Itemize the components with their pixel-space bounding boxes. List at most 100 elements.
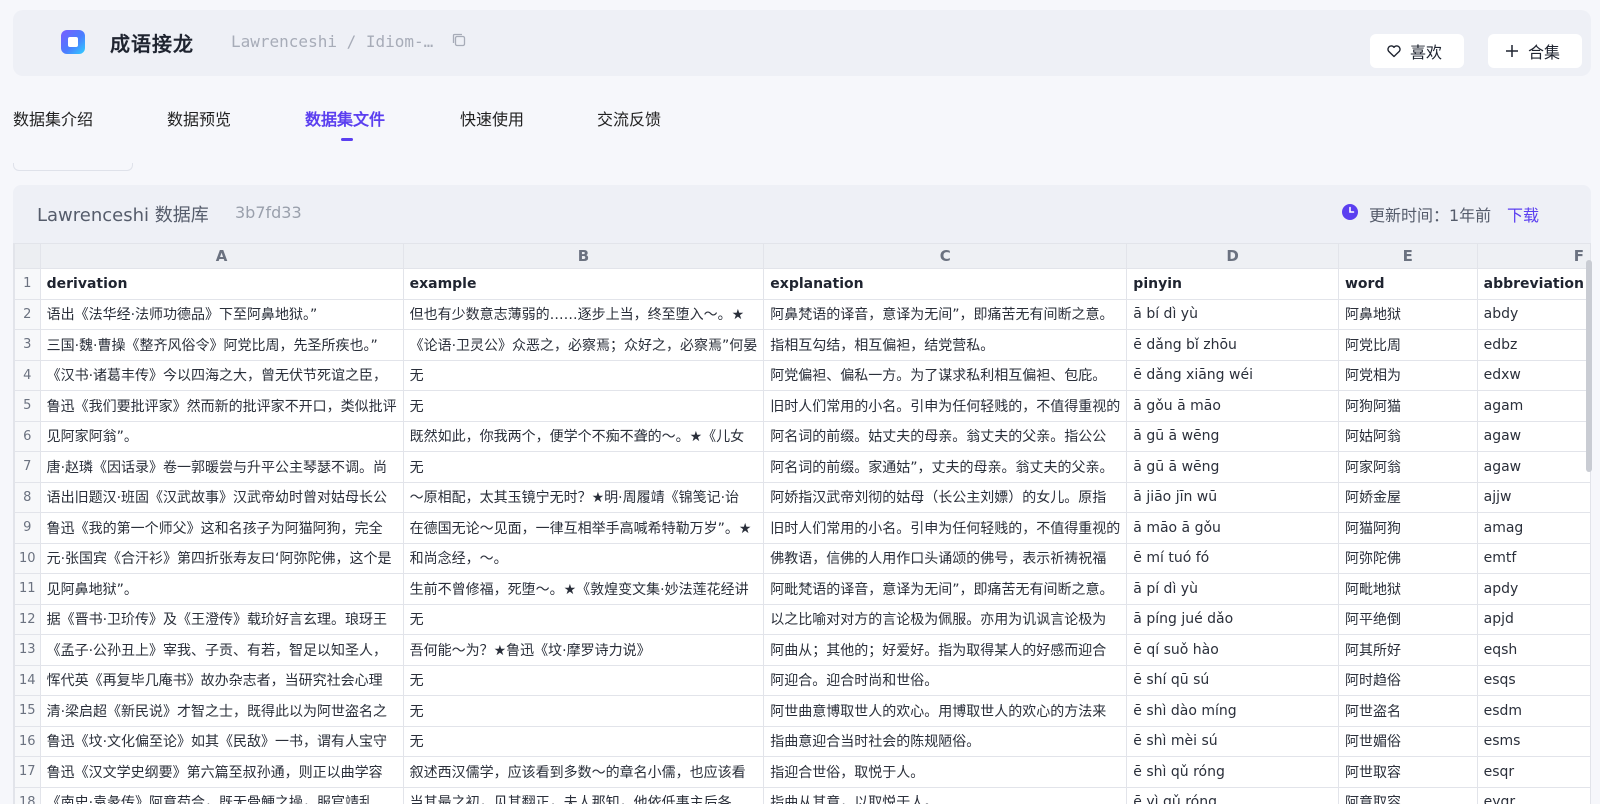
- table-cell[interactable]: 阿世曲意博取世人的欢心。用博取世人的欢心的方法来: [763, 695, 1128, 727]
- table-cell[interactable]: 指曲意迎合当时社会的陈规陋俗。: [763, 725, 1128, 757]
- add-collection-button[interactable]: 合集: [1488, 34, 1582, 68]
- row-number[interactable]: 9: [14, 512, 41, 544]
- branch-selector-edge[interactable]: [13, 163, 133, 171]
- table-cell[interactable]: ē shí qū sú: [1126, 664, 1339, 696]
- header-cell[interactable]: derivation: [39, 268, 404, 300]
- row-number[interactable]: 12: [14, 603, 41, 635]
- table-cell[interactable]: 生前不曾修福，死堕～。★《敦煌变文集·妙法莲花经讲: [402, 573, 765, 605]
- table-cell[interactable]: 无: [402, 695, 765, 727]
- table-cell[interactable]: ā gǒu ā māo: [1126, 390, 1339, 422]
- table-cell[interactable]: 鲁迅《坟·文化偏至论》如其《民敌》一书，谓有人宝守: [39, 725, 404, 757]
- table-cell[interactable]: 阿鼻梵语的译音，意译为无间”，即痛苦无有间断之意。: [763, 298, 1128, 330]
- table-cell[interactable]: 阿平绝倒: [1337, 603, 1478, 635]
- table-cell[interactable]: 鲁迅《汉文学史纲要》第六篇至叔孙通，则正以曲学容: [39, 756, 404, 788]
- column-letter[interactable]: B: [402, 243, 765, 269]
- row-number[interactable]: 16: [14, 725, 41, 757]
- column-letter[interactable]: F: [1476, 243, 1591, 269]
- table-cell[interactable]: 在德国无论～见面，一律互相举手高喊希特勒万岁”。★: [402, 512, 765, 544]
- table-cell[interactable]: 指曲从其意，以取悦于人。: [763, 786, 1128, 804]
- table-cell[interactable]: 《汉书·诸葛丰传》今以四海之大，曾无伏节死谊之臣，: [39, 359, 404, 391]
- table-cell[interactable]: 阿家阿翁: [1337, 451, 1478, 483]
- table-cell[interactable]: 当其最之初，见其翻正，夫人那知，他依低事主后各: [402, 786, 765, 804]
- table-cell[interactable]: agam: [1476, 390, 1591, 422]
- table-cell[interactable]: 阿毗梵语的译音，意译为无间”，即痛苦无有间断之意。: [763, 573, 1128, 605]
- table-cell[interactable]: 元·张国宾《合汗衫》第四折张寿友曰‘阿弥陀佛，这个是: [39, 542, 404, 574]
- table-cell[interactable]: 见阿鼻地狱”。: [39, 573, 404, 605]
- row-number[interactable]: 5: [14, 390, 41, 422]
- table-cell[interactable]: ē yì qǔ róng: [1126, 786, 1339, 804]
- table-cell[interactable]: ē mí tuó fó: [1126, 542, 1339, 574]
- table-cell[interactable]: esqs: [1476, 664, 1591, 696]
- vertical-scrollbar[interactable]: [1586, 260, 1592, 472]
- table-cell[interactable]: apdy: [1476, 573, 1591, 605]
- table-cell[interactable]: 阿党比周: [1337, 329, 1478, 361]
- table-cell[interactable]: 阿姑阿翁: [1337, 420, 1478, 452]
- table-cell[interactable]: esqr: [1476, 756, 1591, 788]
- table-cell[interactable]: 阿狗阿猫: [1337, 390, 1478, 422]
- table-cell[interactable]: 旧时人们常用的小名。引申为任何轻贱的，不值得重视的: [763, 512, 1128, 544]
- tab-files[interactable]: 数据集文件: [305, 106, 385, 141]
- tab-feedback[interactable]: 交流反馈: [597, 106, 661, 130]
- table-cell[interactable]: 阿党偏袒、偏私一方。为了谋求私利相互偏袒、包庇。: [763, 359, 1128, 391]
- table-cell[interactable]: 见阿家阿翁”。: [39, 420, 404, 452]
- corner-cell[interactable]: [14, 243, 41, 269]
- commit-hash[interactable]: 3b7fd33: [235, 203, 302, 222]
- table-cell[interactable]: 吾何能～为？★鲁迅《坟·摩罗诗力说》: [402, 634, 765, 666]
- table-cell[interactable]: 阿时趋俗: [1337, 664, 1478, 696]
- row-number[interactable]: 10: [14, 542, 41, 574]
- row-number[interactable]: 17: [14, 756, 41, 788]
- column-letter[interactable]: C: [763, 243, 1128, 269]
- header-cell[interactable]: word: [1337, 268, 1478, 300]
- column-letter[interactable]: D: [1126, 243, 1339, 269]
- table-cell[interactable]: edbz: [1476, 329, 1591, 361]
- table-cell[interactable]: 阿猫阿狗: [1337, 512, 1478, 544]
- table-cell[interactable]: 阿世取容: [1337, 756, 1478, 788]
- download-link[interactable]: 下载: [1507, 202, 1539, 226]
- table-cell[interactable]: 和尚念经，～。: [402, 542, 765, 574]
- table-cell[interactable]: 阿迎合。迎合时尚和世俗。: [763, 664, 1128, 696]
- table-cell[interactable]: 佛教语，信佛的人用作口头诵颂的佛号，表示祈祷祝福: [763, 542, 1128, 574]
- table-cell[interactable]: 无: [402, 603, 765, 635]
- table-cell[interactable]: apjd: [1476, 603, 1591, 635]
- table-cell[interactable]: eyqr: [1476, 786, 1591, 804]
- table-cell[interactable]: ā jiāo jīn wū: [1126, 481, 1339, 513]
- table-cell[interactable]: 据《晋书·卫玠传》及《王澄传》载玠好言玄理。琅玡王: [39, 603, 404, 635]
- tab-intro[interactable]: 数据集介绍: [13, 106, 93, 130]
- table-cell[interactable]: 无: [402, 451, 765, 483]
- table-cell[interactable]: edxw: [1476, 359, 1591, 391]
- table-cell[interactable]: 鲁迅《我们要批评家》然而新的批评家不开口，类似批评: [39, 390, 404, 422]
- table-cell[interactable]: 阿世媚俗: [1337, 725, 1478, 757]
- table-cell[interactable]: 阿娇指汉武帝刘彻的姑母（长公主刘嫖）的女儿。原指: [763, 481, 1128, 513]
- table-cell[interactable]: ē dǎng bǐ zhōu: [1126, 329, 1339, 361]
- table-cell[interactable]: 以之比喻对对方的言论极为佩服。亦用为讥讽言论极为: [763, 603, 1128, 635]
- row-number[interactable]: 11: [14, 573, 41, 605]
- table-cell[interactable]: ē shì mèi sú: [1126, 725, 1339, 757]
- table-cell[interactable]: ē dǎng xiāng wéi: [1126, 359, 1339, 391]
- table-cell[interactable]: 语出《法华经·法师功德品》下至阿鼻地狱。”: [39, 298, 404, 330]
- table-cell[interactable]: 阿名词的前缀。家通姑”，丈夫的母亲。翁丈夫的父亲。: [763, 451, 1128, 483]
- table-cell[interactable]: 阿名词的前缀。姑丈夫的母亲。翁丈夫的父亲。指公公: [763, 420, 1128, 452]
- header-cell[interactable]: pinyin: [1126, 268, 1339, 300]
- table-cell[interactable]: 阿弥陀佛: [1337, 542, 1478, 574]
- table-cell[interactable]: 阿曲从；其他的；好爱好。指为取得某人的好感而迎合: [763, 634, 1128, 666]
- header-cell[interactable]: explanation: [763, 268, 1128, 300]
- table-cell[interactable]: emtf: [1476, 542, 1591, 574]
- like-button[interactable]: 喜欢: [1370, 34, 1464, 68]
- table-cell[interactable]: ā píng jué dǎo: [1126, 603, 1339, 635]
- column-letter[interactable]: E: [1337, 243, 1478, 269]
- table-cell[interactable]: ē shì qǔ róng: [1126, 756, 1339, 788]
- spreadsheet[interactable]: A B C D E F 1 derivation example explana…: [13, 243, 1591, 804]
- table-cell[interactable]: 无: [402, 390, 765, 422]
- header-cell[interactable]: abbreviation: [1476, 268, 1591, 300]
- table-cell[interactable]: ～原相配，太其玉镜宁无时？★明·周履靖《锦笺记·诒: [402, 481, 765, 513]
- tab-quick-start[interactable]: 快速使用: [460, 106, 524, 130]
- row-number[interactable]: 8: [14, 481, 41, 513]
- table-cell[interactable]: ē shì dào míng: [1126, 695, 1339, 727]
- table-cell[interactable]: agaw: [1476, 451, 1591, 483]
- table-cell[interactable]: 阿毗地狱: [1337, 573, 1478, 605]
- tab-preview[interactable]: 数据预览: [167, 106, 231, 130]
- table-cell[interactable]: 无: [402, 359, 765, 391]
- table-cell[interactable]: amag: [1476, 512, 1591, 544]
- table-cell[interactable]: 唐·赵璘《因话录》卷一郭暖尝与升平公主琴瑟不调。尚: [39, 451, 404, 483]
- table-cell[interactable]: 《孟子·公孙丑上》宰我、子贡、有若，智足以知圣人，: [39, 634, 404, 666]
